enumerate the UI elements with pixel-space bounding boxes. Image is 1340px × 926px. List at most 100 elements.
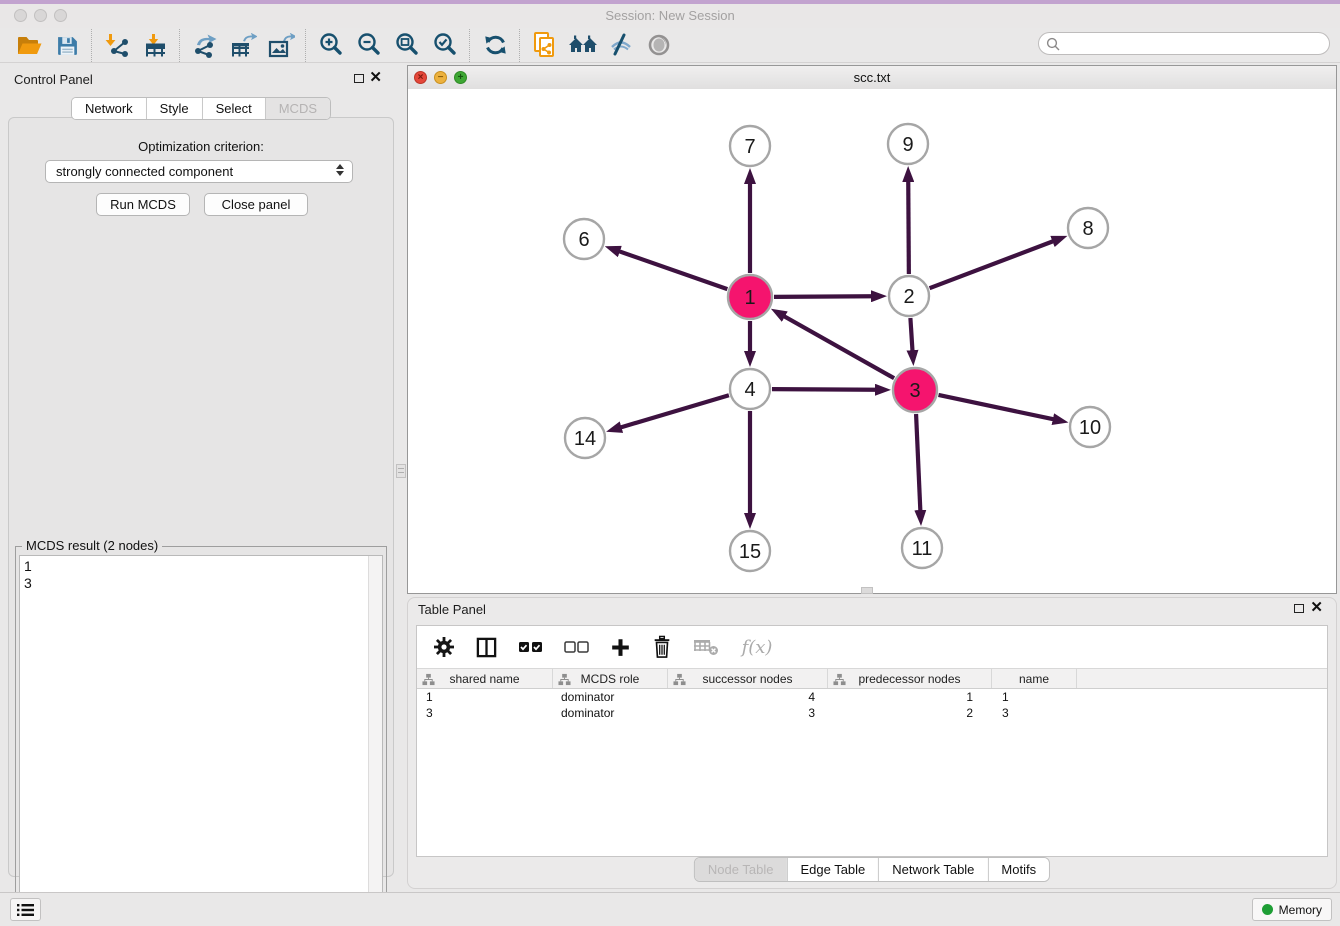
graph-edge-1-6[interactable] — [619, 251, 727, 289]
column-header-name[interactable]: name — [992, 669, 1077, 688]
zoom-in-button[interactable] — [312, 30, 350, 61]
column-header-predecessor-nodes[interactable]: predecessor nodes — [828, 669, 992, 688]
zoom-selected-button[interactable] — [426, 30, 464, 61]
deselect-all-icon — [564, 640, 589, 654]
graph-node-15[interactable]: 15 — [730, 531, 770, 571]
float-panel-icon[interactable] — [354, 74, 364, 83]
refresh-button[interactable] — [476, 30, 514, 61]
tab-style[interactable]: Style — [146, 98, 202, 119]
graph-edge-3-11[interactable] — [916, 414, 920, 511]
network-graph[interactable]: 7 9 6 8 1 2 4 3 14 10 15 11 — [408, 89, 1336, 594]
tab-edge-table[interactable]: Edge Table — [786, 858, 878, 881]
close-panel-button[interactable]: Close panel — [204, 193, 308, 216]
select-all-rows-button[interactable] — [515, 634, 545, 660]
delete-button[interactable] — [649, 634, 675, 660]
export-network-button[interactable] — [186, 30, 224, 61]
import-network-button[interactable] — [98, 30, 136, 61]
import-table-button[interactable] — [136, 30, 174, 61]
cell-shared-name: 1 — [417, 690, 553, 704]
graph-node-4[interactable]: 4 — [730, 369, 770, 409]
float-table-panel-icon[interactable] — [1294, 604, 1304, 613]
mcds-result-area[interactable]: 1 3 — [19, 555, 383, 918]
memory-button[interactable]: Memory — [1252, 898, 1332, 921]
add-column-button[interactable] — [607, 634, 633, 660]
vertical-splitter-handle[interactable] — [396, 464, 406, 478]
delete-table-icon — [693, 638, 719, 656]
mcds-result-title: MCDS result (2 nodes) — [22, 538, 162, 553]
hide-selected-button[interactable] — [602, 30, 640, 61]
first-neighbors-button[interactable] — [564, 30, 602, 61]
zoom-fit-button[interactable] — [388, 30, 426, 61]
graph-node-10[interactable]: 10 — [1070, 407, 1110, 447]
function-builder-icon: f(x) — [742, 637, 773, 658]
gear-icon — [432, 635, 456, 659]
new-network-from-selection-button[interactable] — [526, 30, 564, 61]
tab-motifs[interactable]: Motifs — [987, 858, 1049, 881]
graph-edge-1-2[interactable] — [774, 296, 872, 297]
graph-node-11[interactable]: 11 — [902, 528, 942, 568]
network-canvas[interactable]: 7 9 6 8 1 2 4 3 14 10 15 11 — [408, 89, 1336, 593]
graph-node-label: 10 — [1079, 417, 1101, 439]
task-history-button[interactable] — [10, 898, 41, 921]
search-field[interactable] — [1038, 32, 1330, 55]
graph-edge-2-8[interactable] — [930, 241, 1054, 288]
delete-table-button[interactable] — [691, 634, 721, 660]
table-row[interactable]: 1 dominator 4 1 1 — [417, 689, 1327, 705]
result-scrollbar[interactable] — [368, 556, 382, 917]
open-session-button[interactable] — [10, 30, 48, 61]
hide-selected-icon — [608, 33, 634, 57]
graph-node-1[interactable]: 1 — [728, 275, 772, 319]
graph-node-9[interactable]: 9 — [888, 124, 928, 164]
graph-node-14[interactable]: 14 — [565, 418, 605, 458]
graph-edge-3-1[interactable] — [784, 316, 894, 378]
graph-node-6[interactable]: 6 — [564, 219, 604, 259]
import-table-icon — [143, 33, 168, 58]
table-header-row: shared name MCDS role successor nodes — [417, 668, 1327, 689]
mcds-panel-body: Optimization criterion: strongly connect… — [8, 117, 394, 877]
function-builder-button[interactable]: f(x) — [737, 634, 777, 660]
search-input[interactable] — [1064, 34, 1329, 54]
graph-node-8[interactable]: 8 — [1068, 208, 1108, 248]
column-header-successor-nodes[interactable]: successor nodes — [668, 669, 828, 688]
hierarchy-icon — [422, 673, 435, 686]
horizontal-splitter-handle[interactable] — [861, 587, 873, 594]
graph-edge-4-3[interactable] — [772, 389, 876, 390]
tab-select[interactable]: Select — [202, 98, 265, 119]
titlebar: Session: New Session — [0, 4, 1340, 28]
close-panel-icon[interactable]: ✕ — [369, 69, 382, 87]
column-visibility-button[interactable] — [473, 634, 499, 660]
network-view-window: × − + scc.txt 7968124314101511 — [407, 65, 1337, 594]
toolbar-separator — [519, 29, 521, 62]
select-all-icon — [518, 640, 543, 654]
tab-network-table[interactable]: Network Table — [878, 858, 987, 881]
column-header-mcds-role[interactable]: MCDS role — [553, 669, 668, 688]
export-image-button[interactable] — [262, 30, 300, 61]
application-window: Session: New Session — [0, 0, 1340, 926]
deselect-all-rows-button[interactable] — [561, 634, 591, 660]
toolbar-separator — [469, 29, 471, 62]
save-session-button[interactable] — [48, 30, 86, 61]
zoom-in-icon — [318, 32, 344, 58]
graph-edge-3-10[interactable] — [938, 395, 1053, 419]
export-table-button[interactable] — [224, 30, 262, 61]
tab-mcds[interactable]: MCDS — [265, 98, 330, 119]
graph-edge-2-9[interactable] — [908, 181, 909, 274]
graph-node-7[interactable]: 7 — [730, 126, 770, 166]
graph-node-2[interactable]: 2 — [889, 276, 929, 316]
graph-edge-4-14[interactable] — [620, 395, 728, 427]
graph-edge-2-3[interactable] — [910, 318, 912, 351]
control-panel-title: Control Panel — [14, 72, 93, 87]
graph-node-3[interactable]: 3 — [893, 368, 937, 412]
criterion-select[interactable]: strongly connected component — [45, 160, 353, 183]
close-table-panel-icon[interactable]: ✕ — [1310, 599, 1323, 617]
column-header-shared-name[interactable]: shared name — [417, 669, 553, 688]
zoom-out-button[interactable] — [350, 30, 388, 61]
tab-node-table[interactable]: Node Table — [695, 858, 787, 881]
table-row[interactable]: 3 dominator 3 2 3 — [417, 705, 1327, 721]
tab-network[interactable]: Network — [72, 98, 146, 119]
run-mcds-button[interactable]: Run MCDS — [96, 193, 190, 216]
hierarchy-icon — [833, 673, 846, 686]
graph-node-label: 4 — [744, 379, 755, 401]
show-all-button[interactable] — [640, 30, 678, 61]
gear-button[interactable] — [431, 634, 457, 660]
